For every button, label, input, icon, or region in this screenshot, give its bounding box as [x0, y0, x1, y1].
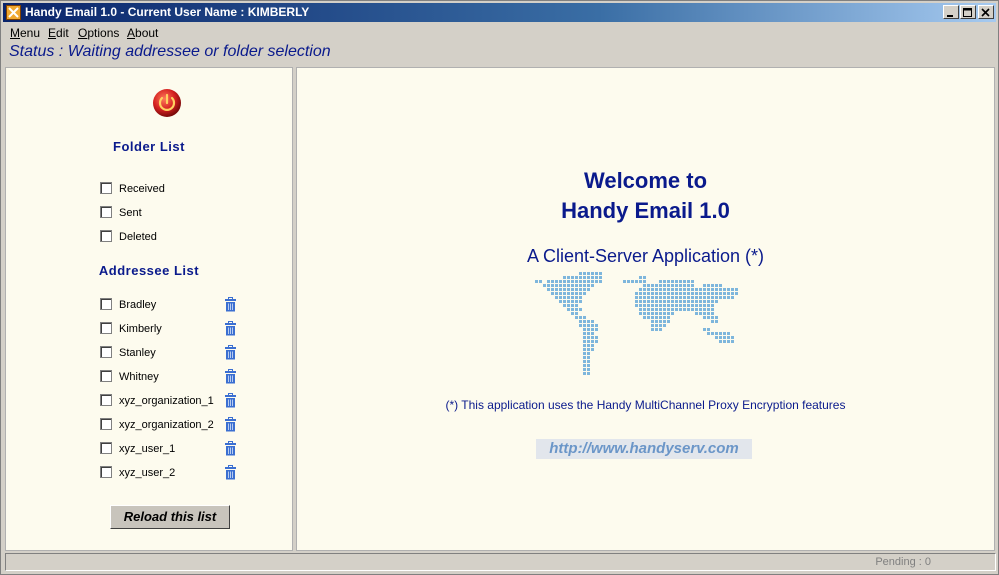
menu-options[interactable]: Options [78, 26, 119, 40]
addressee-item[interactable]: Bradley [100, 297, 280, 315]
trash-icon[interactable] [224, 465, 237, 480]
maximize-button[interactable] [960, 5, 976, 19]
checkbox[interactable] [100, 182, 112, 194]
addressee-item[interactable]: xyz_organization_2 [100, 417, 280, 435]
checkbox[interactable] [100, 206, 112, 218]
checkbox[interactable] [100, 418, 112, 430]
status-bar: Pending : 0 [5, 553, 996, 571]
trash-icon[interactable] [224, 297, 237, 312]
status-text: Status : Waiting addressee or folder sel… [9, 43, 331, 60]
checkbox[interactable] [100, 322, 112, 334]
folder-list-title: Folder List [113, 139, 185, 154]
addressee-item[interactable]: Whitney [100, 369, 280, 387]
app-window: Handy Email 1.0 - Current User Name : KI… [0, 0, 999, 575]
addressee-item[interactable]: xyz_user_2 [100, 465, 280, 483]
maximize-icon [963, 8, 972, 17]
website-link[interactable]: http://www.handyserv.com [536, 439, 752, 459]
world-map-icon [535, 272, 738, 375]
trash-icon[interactable] [224, 441, 237, 456]
folder-item-sent[interactable]: Sent [100, 205, 280, 223]
close-button[interactable] [978, 5, 994, 19]
menu-bar: Menu Edit Options About [3, 23, 996, 43]
minimize-icon [947, 15, 953, 17]
checkbox[interactable] [100, 346, 112, 358]
main-panel: Welcome to Handy Email 1.0 A Client-Serv… [296, 67, 995, 551]
minimize-button[interactable] [943, 5, 959, 19]
checkbox[interactable] [100, 298, 112, 310]
welcome-line-2: Handy Email 1.0 [561, 198, 730, 223]
trash-icon[interactable] [224, 369, 237, 384]
subtitle: A Client-Server Application (*) [526, 246, 765, 266]
addressee-list-title: Addressee List [98, 263, 200, 278]
checkbox[interactable] [100, 394, 112, 406]
app-logo-icon[interactable] [6, 5, 21, 20]
left-panel: Folder List Received Sent Deleted Addres… [5, 67, 293, 551]
folder-item-deleted[interactable]: Deleted [100, 229, 280, 247]
trash-icon[interactable] [224, 417, 237, 432]
addressee-item[interactable]: Stanley [100, 345, 280, 363]
addressee-item[interactable]: xyz_organization_1 [100, 393, 280, 411]
menu-menu[interactable]: Menu [10, 26, 40, 40]
reload-list-button[interactable]: Reload this list [110, 505, 230, 529]
trash-icon[interactable] [224, 393, 237, 408]
close-icon [981, 8, 990, 17]
addressee-item[interactable]: Kimberly [100, 321, 280, 339]
trash-icon[interactable] [224, 321, 237, 336]
menu-about[interactable]: About [127, 26, 158, 40]
welcome-line-1: Welcome to [583, 168, 708, 193]
folder-item-received[interactable]: Received [100, 181, 280, 199]
pending-count: Pending : 0 [875, 556, 931, 568]
menu-edit[interactable]: Edit [48, 26, 69, 40]
window-title: Handy Email 1.0 - Current User Name : KI… [25, 5, 310, 19]
trash-icon[interactable] [224, 345, 237, 360]
checkbox[interactable] [100, 466, 112, 478]
checkbox[interactable] [100, 230, 112, 242]
addressee-item[interactable]: xyz_user_1 [100, 441, 280, 459]
power-icon[interactable] [152, 88, 182, 118]
title-bar[interactable]: Handy Email 1.0 - Current User Name : KI… [3, 3, 996, 22]
checkbox[interactable] [100, 370, 112, 382]
checkbox[interactable] [100, 442, 112, 454]
encryption-note: (*) This application uses the Handy Mult… [445, 398, 846, 412]
